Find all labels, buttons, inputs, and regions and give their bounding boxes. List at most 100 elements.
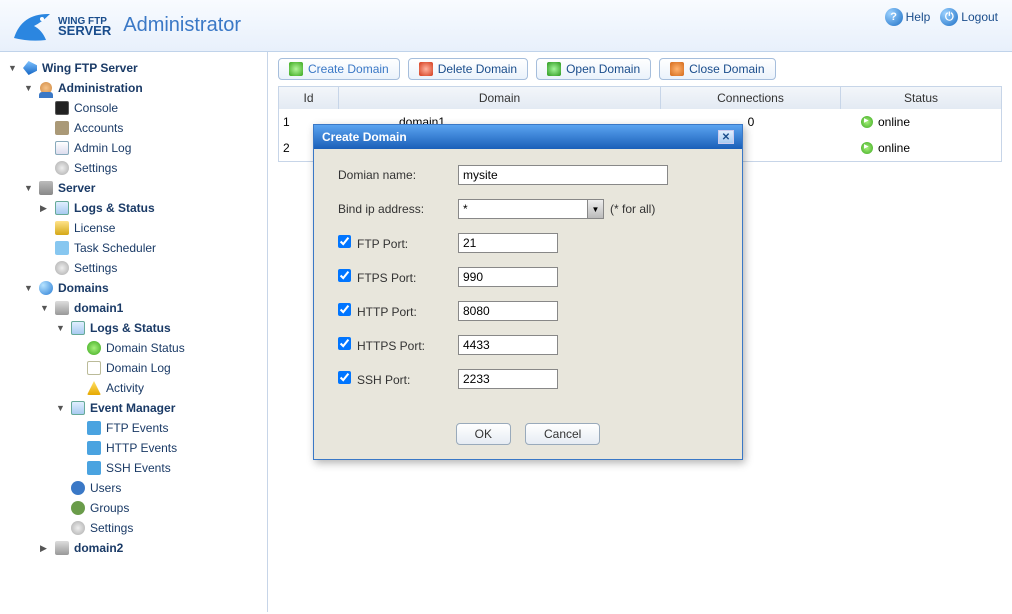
open-domain-button[interactable]: Open Domain — [536, 58, 651, 80]
help-label: Help — [906, 10, 931, 24]
tree-ssh-events[interactable]: SSH Events — [72, 458, 267, 478]
event-icon — [87, 461, 101, 475]
brand-small-bottom: SERVER — [58, 26, 111, 35]
http-port-checkbox[interactable] — [338, 303, 351, 316]
ftp-port-label: FTP Port: — [357, 237, 408, 251]
tree-server-settings[interactable]: Settings — [40, 258, 267, 278]
gear-icon — [71, 521, 85, 535]
disk-icon — [55, 541, 69, 555]
tree-admin-log[interactable]: Admin Log — [40, 138, 267, 158]
tree-root[interactable]: ▼Wing FTP Server — [8, 58, 267, 78]
ftp-port-checkbox[interactable] — [338, 235, 351, 248]
logo: WING FTP SERVER Administrator — [12, 8, 241, 44]
delete-domain-button[interactable]: Delete Domain — [408, 58, 528, 80]
tree-server[interactable]: ▼Server — [24, 178, 267, 198]
tree-d1-settings[interactable]: Settings — [56, 518, 267, 538]
grid-icon — [55, 201, 69, 215]
disk-icon — [55, 301, 69, 315]
tree-domain2[interactable]: ▶domain2 — [40, 538, 267, 558]
gear-icon — [55, 261, 69, 275]
tree-license[interactable]: License — [40, 218, 267, 238]
http-port-input[interactable] — [458, 301, 558, 321]
page-title: Administrator — [123, 14, 241, 37]
status-icon — [87, 341, 101, 355]
https-port-input[interactable] — [458, 335, 558, 355]
tree-event-manager[interactable]: ▼Event Manager — [56, 398, 267, 418]
ftp-port-input[interactable] — [458, 233, 558, 253]
https-port-label: HTTPS Port: — [357, 339, 425, 353]
bind-ip-input[interactable] — [458, 199, 588, 219]
ssh-port-input[interactable] — [458, 369, 558, 389]
fish-icon — [23, 61, 37, 75]
tree-domain1[interactable]: ▼domain1 — [40, 298, 267, 318]
ok-button[interactable]: OK — [456, 423, 511, 445]
https-port-checkbox[interactable] — [338, 337, 351, 350]
tree-admin-settings[interactable]: Settings — [40, 158, 267, 178]
event-icon — [87, 441, 101, 455]
domain-name-label: Domian name: — [338, 168, 458, 182]
bind-ip-label: Bind ip address: — [338, 202, 458, 216]
server-icon — [39, 181, 53, 195]
app-header: WING FTP SERVER Administrator ? Help ⏻ L… — [0, 0, 1012, 52]
ftps-port-input[interactable] — [458, 267, 558, 287]
ftps-port-label: FTPS Port: — [357, 271, 416, 285]
th-id[interactable]: Id — [279, 87, 339, 109]
tree-domain-status[interactable]: Domain Status — [72, 338, 267, 358]
tree-accounts[interactable]: Accounts — [40, 118, 267, 138]
fish-icon — [12, 8, 52, 44]
create-domain-button[interactable]: Create Domain — [278, 58, 400, 80]
help-icon: ? — [885, 8, 903, 26]
close-domain-button[interactable]: Close Domain — [659, 58, 775, 80]
tree-ftp-events[interactable]: FTP Events — [72, 418, 267, 438]
th-domain[interactable]: Domain — [339, 87, 661, 109]
dialog-title: Create Domain — [322, 130, 407, 144]
logout-label: Logout — [961, 10, 998, 24]
open-icon — [547, 62, 561, 76]
tree-task-scheduler[interactable]: Task Scheduler — [40, 238, 267, 258]
page-icon — [87, 361, 101, 375]
online-icon — [861, 142, 873, 154]
event-icon — [87, 421, 101, 435]
tree-domains[interactable]: ▼Domains — [24, 278, 267, 298]
tree-console[interactable]: Console — [40, 98, 267, 118]
tree-users[interactable]: Users — [56, 478, 267, 498]
th-status[interactable]: Status — [841, 87, 1001, 109]
ip-hint: (* for all) — [610, 202, 655, 216]
ssh-port-label: SSH Port: — [357, 373, 410, 387]
task-icon — [55, 241, 69, 255]
th-connections[interactable]: Connections — [661, 87, 841, 109]
dialog-titlebar[interactable]: Create Domain ✕ — [314, 125, 742, 149]
tree-administration[interactable]: ▼Administration — [24, 78, 267, 98]
logout-icon: ⏻ — [940, 8, 958, 26]
gear-icon — [55, 161, 69, 175]
create-domain-dialog: Create Domain ✕ Domian name: Bind ip add… — [313, 124, 743, 460]
grid-icon — [71, 321, 85, 335]
tree-domain-log[interactable]: Domain Log — [72, 358, 267, 378]
ssh-port-checkbox[interactable] — [338, 371, 351, 384]
sidebar: ▼Wing FTP Server ▼Administration Console… — [0, 52, 268, 612]
logout-link[interactable]: ⏻ Logout — [940, 8, 998, 26]
log-icon — [55, 141, 69, 155]
ftps-port-checkbox[interactable] — [338, 269, 351, 282]
close-icon — [670, 62, 684, 76]
help-link[interactable]: ? Help — [885, 8, 931, 26]
key-icon — [55, 221, 69, 235]
tree-d1-logs[interactable]: ▼Logs & Status — [56, 318, 267, 338]
groups-icon — [71, 501, 85, 515]
tree-http-events[interactable]: HTTP Events — [72, 438, 267, 458]
tree-groups[interactable]: Groups — [56, 498, 267, 518]
users-icon — [71, 481, 85, 495]
globe-icon — [39, 281, 53, 295]
chevron-down-icon[interactable]: ▼ — [588, 199, 604, 219]
cell-status: online — [841, 113, 1001, 131]
cancel-button[interactable]: Cancel — [525, 423, 600, 445]
user-icon — [40, 82, 52, 94]
content-area: Create Domain Delete Domain Open Domain … — [268, 52, 1012, 612]
domain-name-input[interactable] — [458, 165, 668, 185]
close-icon[interactable]: ✕ — [718, 130, 734, 144]
warning-icon — [87, 381, 101, 395]
tree-server-logs[interactable]: ▶Logs & Status — [40, 198, 267, 218]
tree-activity[interactable]: Activity — [72, 378, 267, 398]
delete-icon — [419, 62, 433, 76]
cell-status: online — [841, 139, 1001, 157]
